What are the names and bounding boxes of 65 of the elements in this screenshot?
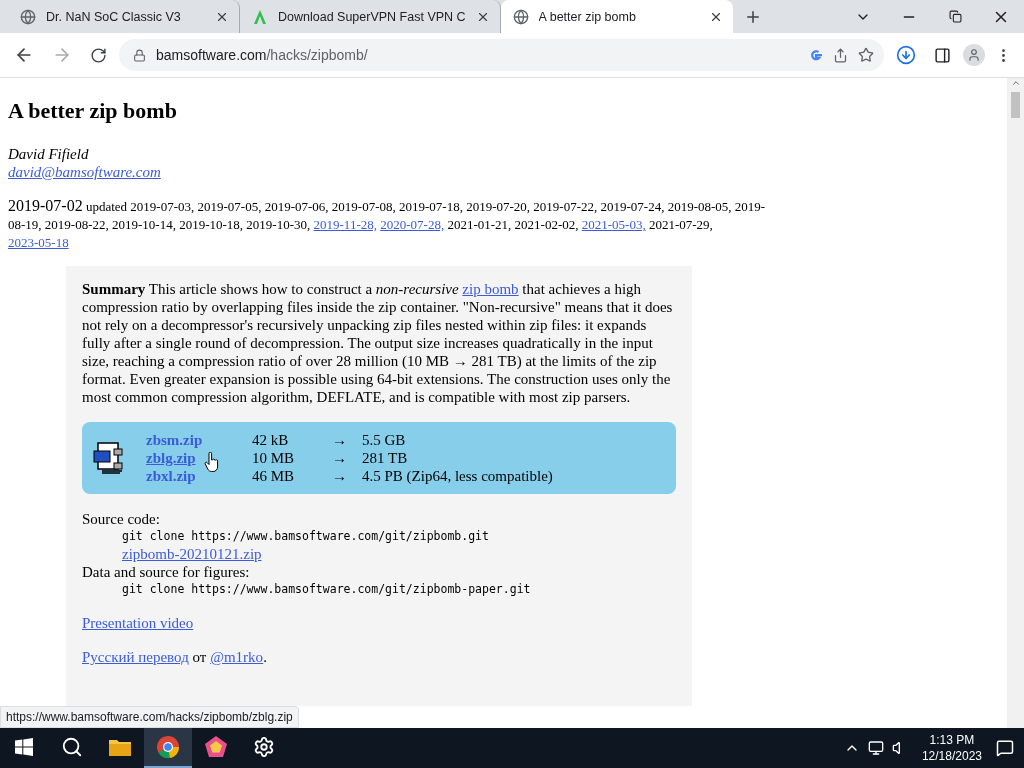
date-link[interactable]: 2020-07-28, [380, 217, 445, 232]
search-icon[interactable] [61, 736, 83, 758]
expanded-size: 4.5 PB (Zip64, less compatible) [362, 467, 553, 485]
arrow-text: → [332, 467, 348, 485]
arrow-text: → [332, 431, 348, 449]
network-icon[interactable] [867, 740, 884, 756]
source-label: Data and source for figures: [82, 563, 251, 581]
arrow-text: → [332, 449, 348, 467]
translation-link[interactable]: Русский перевод [82, 649, 189, 665]
scrollbar[interactable] [1007, 78, 1024, 728]
scroll-up-icon[interactable] [1010, 78, 1021, 88]
settings-icon[interactable] [253, 736, 275, 758]
git-command: git clone https://www.bamsoftware.com/git/zipbomb.git [121, 528, 490, 545]
restore-icon[interactable] [948, 10, 962, 23]
notification-icon[interactable] [996, 739, 1014, 757]
lock-icon [133, 48, 146, 62]
video-link[interactable]: Presentation video [82, 615, 194, 631]
zip-archive-link[interactable]: zipbomb-20210121.zip [122, 546, 262, 562]
summary-paragraph: Summary This article shows how to construct a non-recursive zip bomb that achieves a high compression ratio by overlapping files inside the zip container. "Non-recursive" means that it does not rely on a decompressor's recursively unpacking zip files nested within zip files: it expands fully after a single round of decompression. The output size increases quadratically in the input size, reaching a compression ratio of over 28 million (10 MB → 281 TB) at the limits of the zip format. Even greater expansion is possible using 64-bit extensions. The construction uses only the most common compression algorithm, DEFLATE, and is compatible with most zip parsers. [82, 280, 674, 406]
zip-bomb-link[interactable]: zip bomb [462, 281, 519, 297]
expanded-size: 281 TB [362, 449, 409, 467]
download-link[interactable]: zbsm.zip [146, 431, 252, 449]
tab-title: A better zip bomb [538, 9, 637, 24]
file-size: 10 MB [252, 449, 296, 467]
date-link[interactable]: 2023-05-18 [8, 235, 69, 250]
browser-tab[interactable]: Download SuperVPN Fast VPN C [240, 0, 501, 33]
expanded-size: 5.5 GB [362, 431, 407, 449]
file-size: 42 kB [252, 431, 290, 449]
address-bar[interactable]: bamsoftware.com/hacks/zipbomb/ [119, 39, 884, 71]
folder-icon[interactable] [108, 737, 132, 757]
profile-icon[interactable] [963, 44, 985, 66]
git-command: git clone https://www.bamsoftware.com/git/zipbomb-paper.git [121, 581, 532, 598]
status-url: https://www.bamsoftware.com/hacks/zipbomb/zblg.zip [0, 706, 299, 728]
author-name: David Fifield [8, 145, 90, 163]
google-logo-icon[interactable] [809, 48, 823, 62]
download-icon[interactable] [896, 45, 916, 65]
date-line: 2019-07-02 updated 2019-07-03, 2019-07-05, 2019-07-06, 2019-07-08, 2019-07-18, 2019-07-20, 2019-07-22, 2019-07-24, 2019-08-05, 2019-08-19, 2019-08-22, 2019-10-14, 2019-10-18, 2019-10-30, 2019-11-28, 2020-07-28, 2021-01-21, 2021-02-02, 2021-05-03, 2021-07-29, 2023-05-18 [8, 197, 767, 252]
page-heading: A better zip bomb [8, 98, 178, 124]
source-label: Source code: [82, 510, 161, 528]
share-icon[interactable] [833, 47, 848, 63]
browser-tab[interactable]: A better zip bomb [500, 0, 733, 33]
tab-title: Download SuperVPN Fast VPN C [278, 9, 466, 24]
reload-icon[interactable] [90, 46, 107, 64]
tab-title: Dr. NaN SoC Classic V3 [46, 9, 182, 24]
windows-start-icon[interactable] [15, 738, 33, 756]
chrome-icon[interactable] [156, 735, 180, 759]
side-panel-icon[interactable] [934, 46, 951, 64]
download-link[interactable]: zbxl.zip [146, 467, 252, 485]
pentagon-icon[interactable] [204, 735, 228, 759]
email-link[interactable]: david@bamsoftware.com [8, 164, 161, 180]
globe-icon [512, 8, 529, 25]
browser-tab[interactable]: Dr. NaN SoC Classic V3 [8, 0, 240, 33]
download-link[interactable]: zblg.zip [146, 449, 252, 467]
app-logo-icon [252, 8, 268, 25]
date-link[interactable]: 2021-05-03, [581, 217, 646, 232]
url-text: bamsoftware.com/hacks/zipbomb/ [156, 47, 368, 63]
scroll-thumb[interactable] [1011, 92, 1020, 118]
bookmark-star-icon[interactable] [858, 47, 874, 63]
hand-cursor-icon [204, 452, 220, 472]
file-size: 46 MB [252, 467, 296, 485]
translation-line: Русский перевод от @m1rko. [82, 648, 268, 667]
clock[interactable]: 1:13 PM 12/18/2023 [915, 732, 988, 764]
date-link[interactable]: 2019-11-28, [313, 217, 377, 232]
zip-file-icon [92, 441, 126, 475]
globe-icon [20, 8, 36, 25]
